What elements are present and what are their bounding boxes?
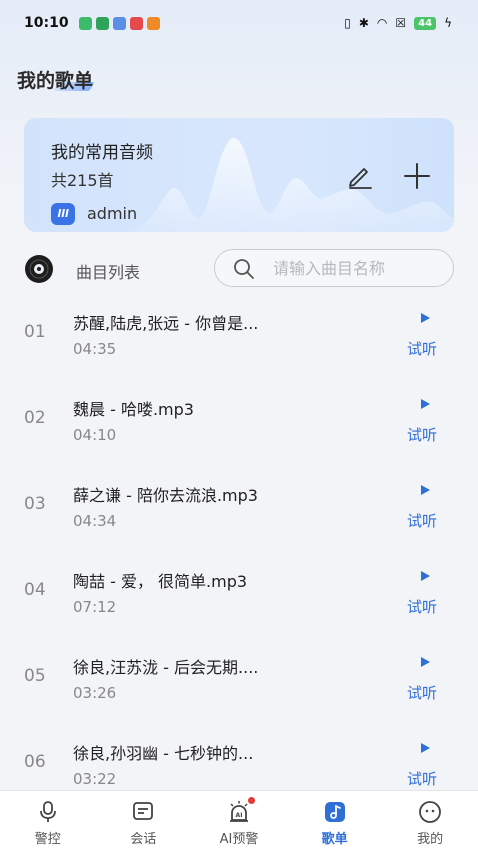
search-box[interactable] — [214, 249, 454, 287]
nav-label: 我的 — [417, 832, 444, 847]
shield-notification-icon — [95, 16, 109, 30]
notification-icons — [78, 16, 160, 30]
playlist-title: 我的常用音频 — [51, 143, 153, 163]
play-icon[interactable] — [419, 656, 431, 668]
song-duration: 04:34 — [73, 512, 117, 530]
song-list[interactable]: 01 苏醒,陆虎,张远 - 你曾是... 04:35 试听 02 魏晨 - 哈喽… — [0, 290, 478, 790]
bluetooth-icon: ✱ — [358, 16, 369, 30]
preview-button[interactable]: 试听 — [407, 338, 437, 359]
wifi-icon: ◠ — [376, 16, 388, 30]
nav-label: AI预警 — [219, 832, 259, 847]
nav-item-control[interactable]: 警控 — [0, 791, 96, 850]
play-icon[interactable] — [419, 484, 431, 496]
song-duration: 03:26 — [73, 684, 117, 702]
profile-icon — [419, 801, 442, 823]
nav-label: 歌单 — [321, 832, 348, 847]
song-index: 04 — [24, 580, 46, 600]
battery-icon: 44 — [414, 16, 437, 30]
song-row[interactable]: 04 陶喆 - 爱， 很简单.mp3 07:12 试听 — [0, 548, 478, 634]
song-index: 03 — [24, 494, 46, 514]
song-row[interactable]: 03 薛之谦 - 陪你去流浪.mp3 04:34 试听 — [0, 462, 478, 548]
search-input[interactable] — [273, 250, 443, 286]
chat-icon — [133, 802, 154, 820]
play-icon[interactable] — [419, 742, 431, 754]
search-icon — [234, 259, 254, 279]
song-name: 魏晨 - 哈喽.mp3 — [73, 400, 194, 419]
user-avatar: lll — [51, 203, 75, 225]
cloud-notification-icon — [112, 16, 126, 30]
list-label: 曲目列表 — [76, 263, 141, 282]
svg-text:AI: AI — [236, 812, 243, 819]
app-notification-icon — [78, 16, 92, 30]
song-row[interactable]: 05 徐良,汪苏泷 - 后会无期.... 03:26 试听 — [0, 634, 478, 720]
microphone-icon — [39, 801, 56, 822]
music-notification-icon — [129, 16, 143, 30]
song-name: 徐良,孙羽幽 - 七秒钟的... — [73, 744, 254, 763]
song-name: 薛之谦 - 陪你去流浪.mp3 — [73, 486, 258, 505]
play-icon[interactable] — [419, 570, 431, 582]
song-index: 06 — [24, 752, 46, 772]
song-index: 05 — [24, 666, 46, 686]
song-row[interactable]: 01 苏醒,陆虎,张远 - 你曾是... 04:35 试听 — [0, 290, 478, 376]
preview-button[interactable]: 试听 — [407, 510, 437, 531]
charging-icon: ϟ — [444, 16, 452, 30]
song-row[interactable]: 02 魏晨 - 哈喽.mp3 04:10 试听 — [0, 376, 478, 462]
song-index: 01 — [24, 322, 46, 342]
playlist-count: 共215首 — [51, 171, 114, 190]
nav-label: 会话 — [130, 832, 157, 847]
song-name: 徐良,汪苏泷 - 后会无期.... — [73, 658, 259, 677]
notification-dot — [248, 797, 256, 804]
add-icon[interactable] — [402, 161, 432, 191]
song-duration: 04:10 — [73, 426, 117, 444]
preview-button[interactable]: 试听 — [407, 424, 437, 445]
edit-icon[interactable] — [346, 162, 374, 190]
vibrate-icon: ▯ — [344, 16, 351, 30]
play-icon[interactable] — [419, 398, 431, 410]
playlist-icon — [324, 802, 345, 822]
bottom-nav: 警控 会话 AI AI预警 歌单 我的 — [0, 790, 478, 850]
sim-icon: ☒ — [395, 16, 407, 30]
play-icon[interactable] — [419, 312, 431, 324]
nav-item-ai-alarm[interactable]: AI AI预警 — [191, 791, 287, 850]
song-row[interactable]: 06 徐良,孙羽幽 - 七秒钟的... 03:22 试听 — [0, 720, 478, 790]
status-time: 10:10 — [24, 15, 69, 31]
mail-notification-icon — [146, 16, 160, 30]
song-index: 02 — [24, 408, 46, 428]
status-bar: 10:10 ▯ ✱ ◠ ☒ 44 ϟ — [0, 0, 478, 46]
song-duration: 04:35 — [73, 340, 117, 358]
list-header: 曲目列表 — [24, 248, 454, 288]
disc-icon — [25, 255, 53, 283]
page-title: 我的歌单 — [17, 70, 94, 92]
song-duration: 07:12 — [73, 598, 117, 616]
status-right: ▯ ✱ ◠ ☒ 44 ϟ — [344, 16, 452, 30]
ai-alarm-icon: AI — [229, 801, 248, 822]
nav-item-playlist[interactable]: 歌单 — [287, 791, 383, 850]
song-name: 苏醒,陆虎,张远 - 你曾是... — [73, 314, 259, 333]
playlist-card[interactable]: 我的常用音频 共215首 lll admin — [24, 118, 454, 232]
nav-item-profile[interactable]: 我的 — [382, 791, 478, 850]
song-name: 陶喆 - 爱， 很简单.mp3 — [73, 572, 248, 591]
playlist-owner: admin — [87, 204, 138, 223]
preview-button[interactable]: 试听 — [407, 768, 437, 789]
nav-label: 警控 — [34, 832, 61, 847]
preview-button[interactable]: 试听 — [407, 596, 437, 617]
song-duration: 03:22 — [73, 770, 117, 788]
preview-button[interactable]: 试听 — [407, 682, 437, 703]
nav-item-chat[interactable]: 会话 — [96, 791, 192, 850]
